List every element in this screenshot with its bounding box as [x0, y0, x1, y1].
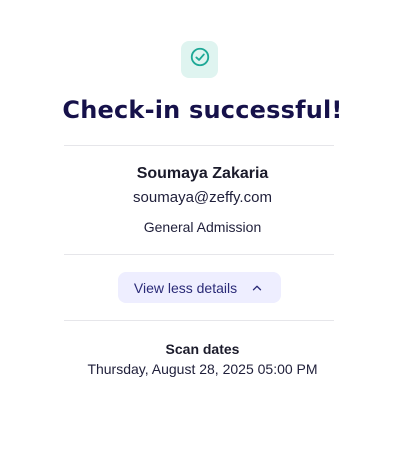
details-button-label: View less details: [133, 279, 238, 296]
page-title: Check-in successful!: [62, 96, 343, 124]
divider: [64, 145, 334, 146]
scan-date-value: Thursday, August 28, 2025 05:00 PM: [87, 361, 318, 377]
ticket-type: General Admission: [143, 219, 262, 235]
attendee-name: Soumaya Zakaria: [136, 165, 269, 182]
scan-dates-heading: Scan dates: [165, 341, 240, 357]
check-circle-icon: [189, 46, 211, 73]
divider: [64, 320, 334, 321]
chevron-up-icon: [249, 280, 265, 296]
divider: [64, 254, 334, 255]
check-in-result: Check-in successful! Soumaya Zakaria sou…: [0, 0, 405, 451]
success-icon-badge: [181, 41, 218, 78]
attendee-email: soumaya@zeffy.com: [133, 189, 272, 206]
view-less-details-button[interactable]: View less details: [118, 272, 281, 303]
